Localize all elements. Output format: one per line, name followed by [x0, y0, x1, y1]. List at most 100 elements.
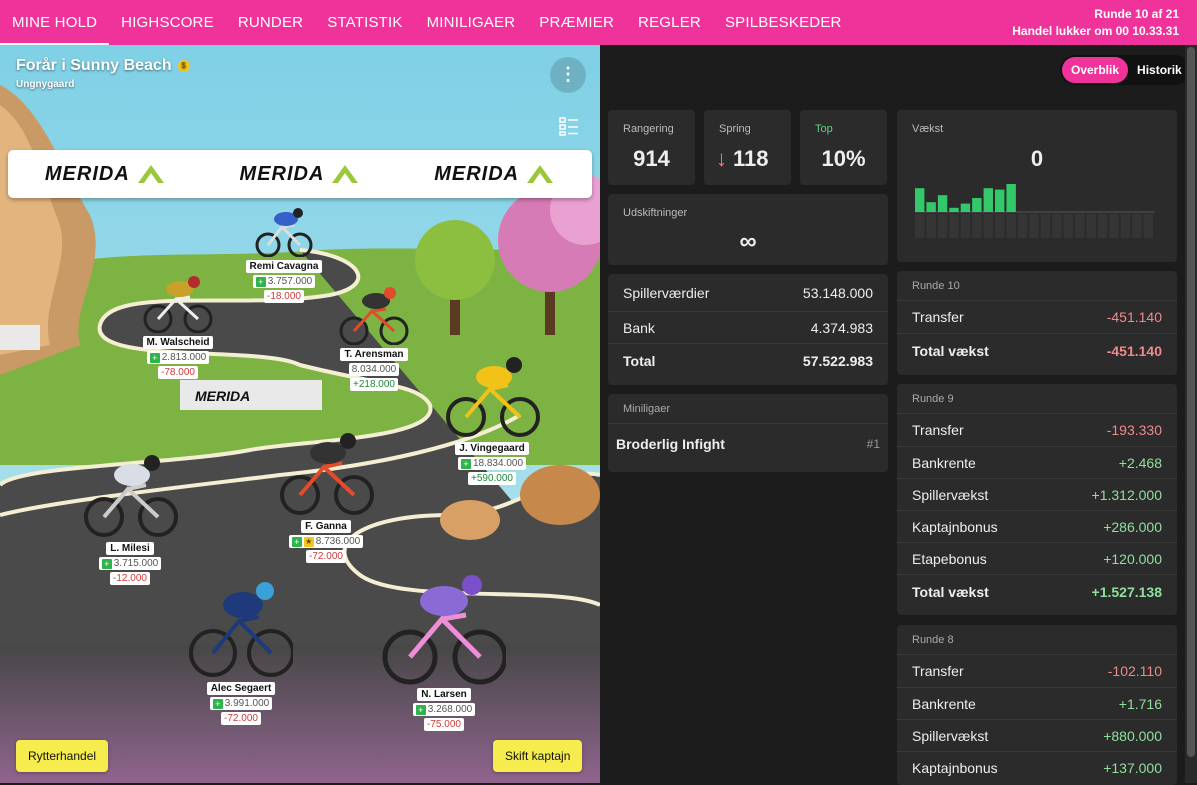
- row-label: Spillervækst: [912, 486, 989, 503]
- row-value: +2.468: [1118, 454, 1162, 471]
- round-row: Kaptajnbonus +137.000: [897, 751, 1177, 783]
- rider-card[interactable]: T. Arensman 8.034.000 +218.000: [326, 283, 422, 391]
- sponsor-banner: MERIDA MERIDA MERIDA: [8, 150, 592, 198]
- total-value: 57.522.983: [802, 352, 873, 369]
- list-view-icon[interactable]: [558, 115, 580, 137]
- team-owner: Ungnygaard: [16, 79, 75, 90]
- rider-value: 18.834.000: [472, 458, 524, 469]
- substitutions-card: Udskiftninger ∞: [608, 194, 888, 265]
- rider-card[interactable]: F. Ganna + ★ 8.736.000 -72.000: [274, 429, 378, 563]
- row-label: Etapebonus: [912, 550, 987, 567]
- rider-card[interactable]: Alec Segaert +3.991.000 -72.000: [188, 575, 295, 725]
- cyclist-icon: [143, 276, 213, 334]
- scrollbar[interactable]: [1185, 45, 1197, 783]
- nav-highscore[interactable]: HIGHSCORE: [109, 0, 226, 45]
- round-info: Runde 10 af 21 Handel lukker om 00 10.33…: [1012, 6, 1179, 40]
- rider-name: L. Milesi: [106, 542, 154, 555]
- nav-spilbeskeder[interactable]: SPILBESKEDER: [713, 0, 854, 45]
- row-value: +1.716: [1118, 695, 1162, 712]
- players-value: 53.148.000: [802, 284, 873, 301]
- rider-delta: +590.000: [468, 472, 516, 485]
- row-value: +1.312.000: [1091, 486, 1162, 503]
- rider-value: 3.757.000: [267, 276, 313, 287]
- round-title: Runde 9: [897, 384, 1177, 414]
- minileague-title: Miniligaer: [608, 394, 888, 424]
- growth-bar-slot: [1017, 214, 1028, 238]
- cyclist-icon: [84, 455, 178, 537]
- round-row: Transfer -451.140: [897, 301, 1177, 333]
- rider-name: Alec Segaert: [206, 682, 276, 695]
- more-options-icon[interactable]: ⋮: [550, 57, 586, 93]
- growth-bar-slot: [1120, 214, 1131, 238]
- minileague-rank: #1: [866, 437, 880, 451]
- rider-card[interactable]: L. Milesi +3.715.000 -12.000: [80, 449, 180, 585]
- rider-name: N. Larsen: [417, 688, 471, 701]
- round-row: Bankrente +2.468: [897, 446, 1177, 478]
- trade-countdown: Handel lukker om 00 10.33.31: [1012, 24, 1179, 38]
- growth-bar: [915, 188, 925, 212]
- overview-panel: Overblik Historik Rangering 914 Spring ↓…: [600, 45, 1197, 785]
- nav-regler[interactable]: REGLER: [626, 0, 713, 45]
- cyclist-icon: [339, 287, 409, 346]
- players-label: Spillerværdier: [623, 284, 710, 301]
- growth-bar: [983, 188, 993, 212]
- row-value: +1.527.138: [1091, 583, 1162, 600]
- values-card: Spillerværdier 53.148.000 Bank 4.374.983 T…: [608, 274, 888, 385]
- players-row: Spillerværdier 53.148.000: [608, 274, 888, 311]
- change-captain-button[interactable]: Skift kaptajn: [493, 740, 583, 772]
- growth-label: Vækst: [912, 123, 944, 135]
- tab-history[interactable]: Historik: [1128, 57, 1191, 83]
- rider-card[interactable]: M. Walscheid +2.813.000 -78.000: [128, 273, 228, 379]
- rider-delta: -12.000: [110, 572, 150, 585]
- growth-bar: [995, 189, 1005, 212]
- rider-card[interactable]: Remi Cavagna +3.757.000 -18.000: [237, 205, 331, 303]
- nav-runder[interactable]: RUNDER: [226, 0, 315, 45]
- rider-delta: -72.000: [221, 712, 261, 725]
- minileague-row[interactable]: Broderlig Infight #1: [608, 424, 888, 464]
- growth-bar-slot: [1143, 214, 1153, 238]
- cyclist-icon: [446, 357, 540, 437]
- scrollbar-thumb[interactable]: [1187, 47, 1195, 757]
- rider-card[interactable]: N. Larsen +3.268.000 -75.000: [380, 565, 508, 731]
- round-title: Runde 8: [897, 625, 1177, 655]
- rider-name: J. Vingegaard: [455, 442, 529, 455]
- growth-bar: [1006, 184, 1016, 212]
- row-value: +880.000: [1103, 727, 1162, 744]
- jump-value: 118: [733, 146, 769, 171]
- rider-value: 8.736.000: [315, 536, 361, 547]
- nav-miniligaer[interactable]: MINILIGAER: [415, 0, 528, 45]
- team-scene: MERIDA Forår i Sunny Beach $ Ungnygaard ⋮…: [0, 45, 600, 783]
- top-nav: MINE HOLD HIGHSCORE RUNDER STATISTIK MIN…: [0, 0, 1197, 45]
- nav-statistik[interactable]: STATISTIK: [315, 0, 414, 45]
- growth-bar-slot: [1109, 214, 1119, 238]
- top-card: Top 10%: [800, 110, 887, 185]
- round-title: Runde 10: [897, 271, 1177, 301]
- bank-label: Bank: [623, 319, 655, 336]
- growth-bar-slot: [926, 214, 936, 238]
- growth-bar-slot: [1097, 214, 1108, 238]
- growth-bar-slot: [960, 214, 971, 238]
- rider-delta: -75.000: [424, 718, 464, 731]
- rider-name: T. Arensman: [340, 348, 408, 361]
- rider-trade-button[interactable]: Rytterhandel: [16, 740, 109, 772]
- cyclist-icon: [255, 208, 313, 258]
- growth-bar-slot: [1075, 214, 1085, 238]
- growth-bar-slot: [915, 214, 925, 238]
- rider-card[interactable]: J. Vingegaard +18.834.000 +590.000: [436, 351, 548, 485]
- nav-mine-hold[interactable]: MINE HOLD: [0, 0, 110, 45]
- total-row: Total 57.522.983: [608, 343, 888, 377]
- rider-value: 2.813.000: [161, 352, 207, 363]
- growth-value: 0: [1030, 146, 1044, 171]
- growth-bar-slot: [949, 214, 959, 238]
- plus-icon: +: [212, 698, 223, 709]
- tab-overview[interactable]: Overblik: [1062, 57, 1129, 83]
- nav-praemier[interactable]: PRÆMIER: [527, 0, 626, 45]
- rider-name: Remi Cavagna: [245, 260, 323, 273]
- rider-value: 8.034.000: [351, 364, 397, 375]
- view-toggle: Overblik Historik: [1060, 55, 1190, 85]
- jump-label: Spring: [719, 123, 751, 135]
- ranking-value: 914: [633, 146, 670, 171]
- round-row: Etapebonus +120.000: [897, 542, 1177, 574]
- row-label: Kaptajnbonus: [912, 518, 998, 535]
- growth-bar-slot: [972, 214, 982, 238]
